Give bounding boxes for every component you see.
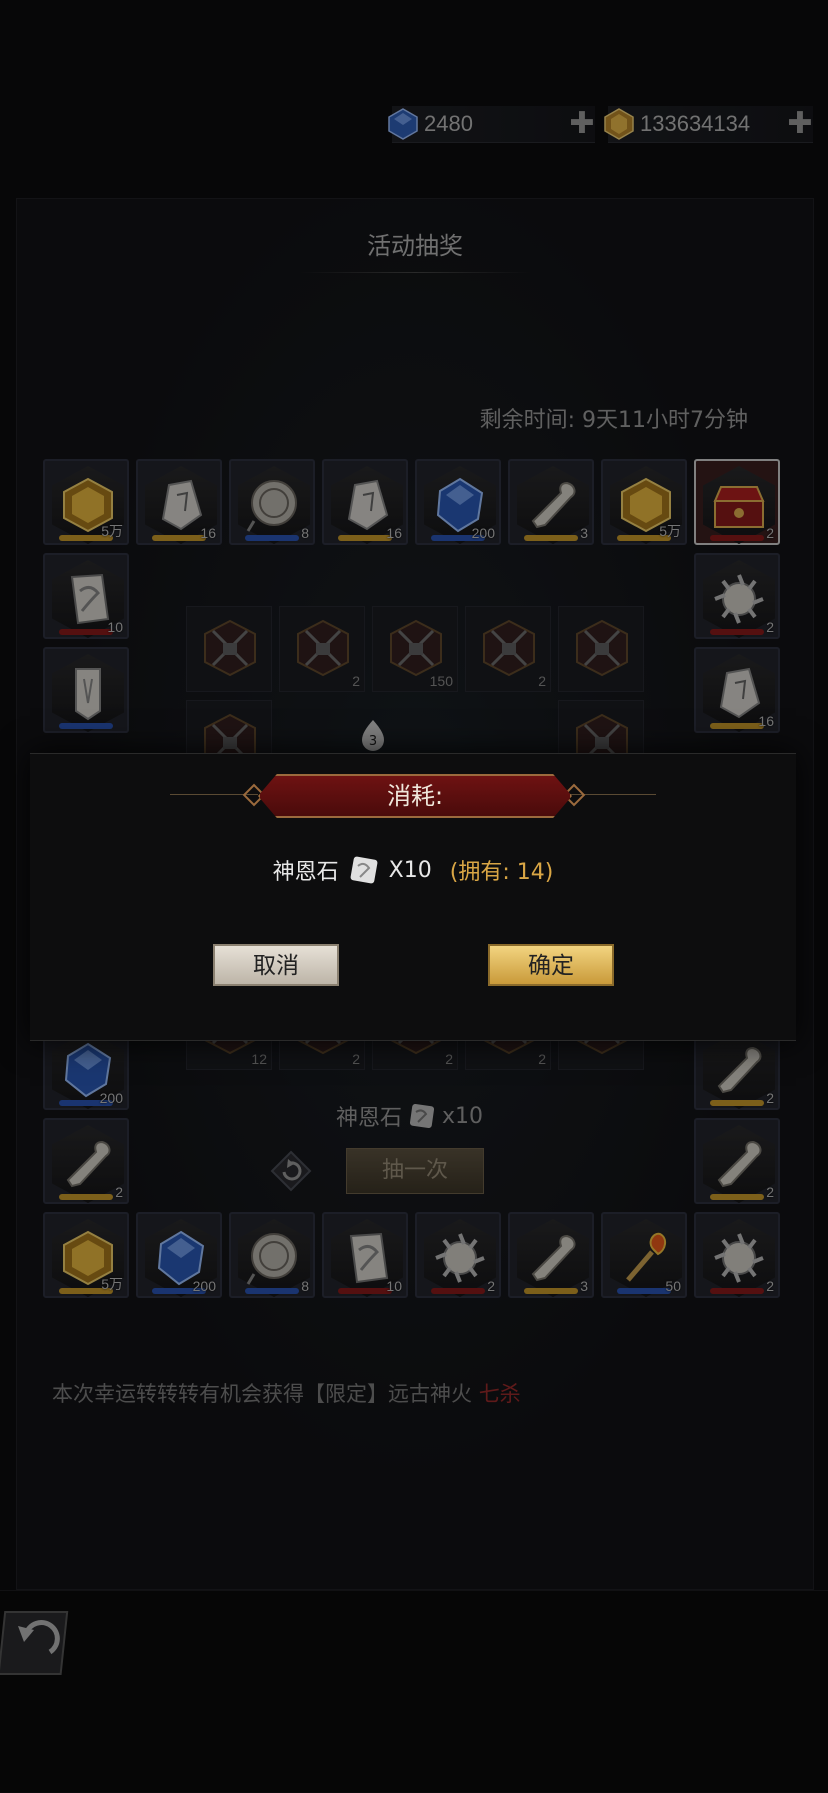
- dialog-title: 消耗:: [258, 774, 572, 818]
- god-grace-stone-icon: [350, 856, 378, 884]
- cost-item-label: 神恩石: [272, 860, 339, 885]
- confirm-button[interactable]: 确定: [488, 944, 614, 986]
- owned-count: (拥有: 14): [449, 860, 554, 885]
- cost-item-amount: X10: [388, 857, 432, 883]
- cancel-button[interactable]: 取消: [213, 944, 339, 986]
- cost-summary: 神恩石 X10 (拥有: 14): [30, 854, 796, 886]
- consume-confirm-dialog: 消耗: 神恩石 X10 (拥有: 14) 取消 确定: [30, 753, 796, 1041]
